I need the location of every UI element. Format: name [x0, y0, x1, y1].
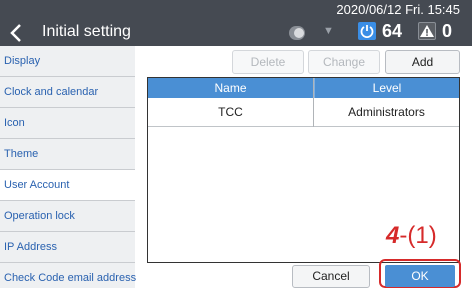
sidebar-item-check-code-email[interactable]: Check Code email address — [0, 263, 136, 288]
cell-name: TCC — [218, 105, 243, 119]
back-chevron-icon[interactable] — [8, 22, 26, 44]
sidebar-item-clock-and-calendar[interactable]: Clock and calendar — [0, 77, 135, 108]
change-button[interactable]: Change — [308, 50, 380, 74]
cancel-button[interactable]: Cancel — [292, 265, 370, 288]
add-button[interactable]: Add — [385, 50, 460, 74]
cell-level: Administrators — [348, 105, 425, 119]
table-header: Name Level — [148, 78, 459, 98]
sidebar-item-ip-address[interactable]: IP Address — [0, 232, 135, 263]
sidebar-item-display[interactable]: Display — [0, 46, 135, 77]
column-divider — [313, 78, 314, 127]
alarm-count: 0 — [442, 21, 453, 41]
dropdown-arrow-icon[interactable]: ▼ — [323, 25, 334, 37]
step-number: 4 — [386, 222, 400, 249]
column-header-level: Level — [314, 78, 459, 98]
step-sub: -(1) — [399, 222, 437, 249]
column-header-name: Name — [214, 81, 247, 95]
toggle-icon[interactable] — [289, 26, 305, 40]
power-icon — [358, 22, 376, 40]
ok-button[interactable]: OK — [385, 265, 455, 287]
sidebar: Display Clock and calendar Icon Theme Us… — [0, 46, 136, 288]
sidebar-item-operation-lock[interactable]: Operation lock — [0, 201, 135, 232]
step-annotation: 4-(1) — [386, 222, 437, 250]
table-row[interactable]: TCC Administrators — [148, 98, 459, 127]
delete-button[interactable]: Delete — [232, 50, 304, 74]
sidebar-item-user-account[interactable]: User Account — [0, 170, 135, 201]
page-title: Initial setting — [42, 23, 131, 40]
header-bar: Initial setting 2020/06/12 Fri. 15:45 ▼ … — [0, 0, 472, 46]
sidebar-item-icon[interactable]: Icon — [0, 108, 135, 139]
ok-highlight-box: OK — [379, 259, 461, 288]
datetime-display: 2020/06/12 Fri. 15:45 — [336, 2, 460, 17]
sidebar-item-theme[interactable]: Theme — [0, 139, 135, 170]
alarm-warning-icon — [418, 22, 436, 40]
power-count: 64 — [382, 21, 403, 41]
